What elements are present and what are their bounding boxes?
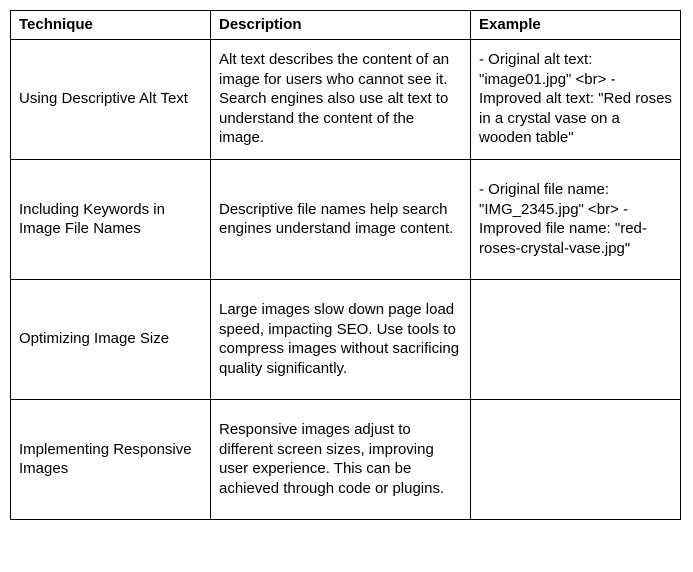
cell-example [471,279,681,399]
table-row: Using Descriptive Alt Text Alt text desc… [11,39,681,159]
cell-description: Descriptive file names help search engin… [211,159,471,279]
header-description: Description [211,11,471,40]
cell-example [471,399,681,519]
table-row: Including Keywords in Image File Names D… [11,159,681,279]
cell-description: Responsive images adjust to different sc… [211,399,471,519]
cell-technique: Optimizing Image Size [11,279,211,399]
cell-technique: Implementing Responsive Images [11,399,211,519]
cell-example: - Original alt text: "image01.jpg" <br> … [471,39,681,159]
seo-techniques-table: Technique Description Example Using Desc… [10,10,681,520]
header-example: Example [471,11,681,40]
cell-technique: Using Descriptive Alt Text [11,39,211,159]
cell-description: Alt text describes the content of an ima… [211,39,471,159]
cell-technique: Including Keywords in Image File Names [11,159,211,279]
header-technique: Technique [11,11,211,40]
cell-example: - Original file name: "IMG_2345.jpg" <br… [471,159,681,279]
table-row: Implementing Responsive Images Responsiv… [11,399,681,519]
cell-description: Large images slow down page load speed, … [211,279,471,399]
table-header-row: Technique Description Example [11,11,681,40]
table-row: Optimizing Image Size Large images slow … [11,279,681,399]
